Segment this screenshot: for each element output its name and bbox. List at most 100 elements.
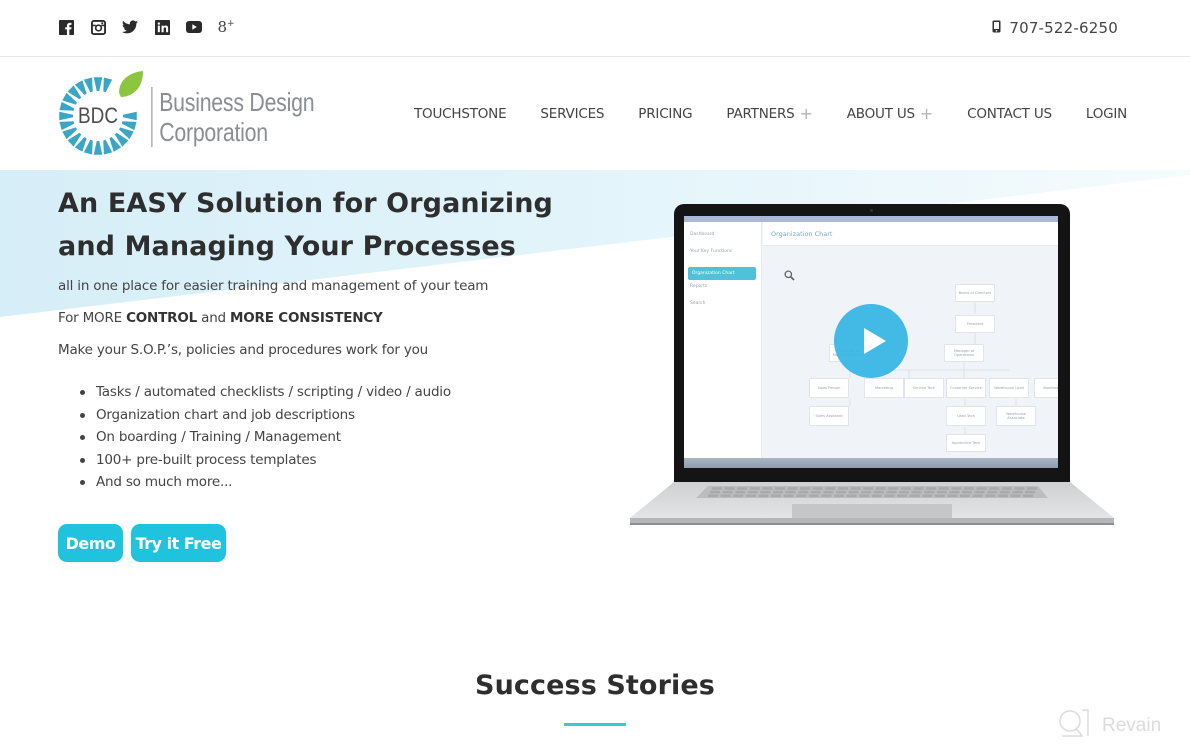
org-chart-node: Board of Directors (955, 284, 995, 302)
keyboard-key (936, 490, 947, 494)
org-chart-node: Sales Person (809, 378, 849, 398)
keyboard-key (1025, 490, 1035, 494)
plus-icon[interactable]: + (920, 106, 933, 122)
youtube-icon[interactable] (186, 19, 202, 35)
org-chart-node: Warehouse Lead (989, 378, 1029, 398)
feature-list-item: On boarding / Training / Management (78, 426, 451, 449)
hero-title-line2: and Managing Your Processes (58, 231, 516, 262)
keyboard-key (1001, 487, 1012, 490)
keyboard-key (962, 490, 972, 494)
keyboard-key (997, 494, 1008, 497)
keyboard-key (972, 494, 983, 497)
facebook-icon[interactable] (58, 19, 74, 35)
feature-list-item: 100+ pre-built process templates (78, 449, 451, 472)
hero-subtitle: all in one place for easier training and… (58, 278, 489, 294)
hero-control-line: For MORE CONTROL and MORE CONSISTENCY (58, 310, 383, 326)
keyboard-key (964, 487, 974, 490)
linkedin-icon[interactable] (154, 19, 170, 35)
keyboard-key (821, 494, 832, 497)
control-prefix: For MORE (58, 310, 127, 326)
company-name: Business Design Corporation (151, 86, 315, 147)
hero-title-line1: An EASY Solution for Organizing (58, 188, 553, 219)
feature-list-item: Organization chart and job descriptions (78, 404, 451, 427)
keyboard-key (863, 487, 874, 490)
feature-list-item: And so much more... (78, 471, 451, 494)
keyboard-key (1012, 490, 1023, 494)
mobile-phone-icon (992, 19, 1001, 37)
keyboard-key (808, 494, 819, 497)
phone-contact[interactable]: 707-522-6250 (992, 19, 1118, 37)
org-chart-node: Marketing (864, 378, 904, 398)
nav-label: ABOUT US (846, 106, 915, 122)
org-chart-node: Service Tech (904, 378, 944, 398)
twitter-icon[interactable] (122, 19, 138, 35)
nav-item-login[interactable]: LOGIN (1086, 106, 1127, 122)
keyboard-key (838, 487, 848, 490)
keyboard-key (922, 494, 933, 497)
keyboard-key (722, 490, 733, 494)
keyboard-key (848, 490, 859, 494)
play-icon[interactable] (834, 304, 908, 378)
logo-ray (103, 77, 113, 93)
keyboard-key (859, 494, 870, 497)
logo-ray (122, 111, 137, 121)
logo-ray (59, 111, 74, 121)
keyboard-key (800, 487, 811, 490)
plus-icon[interactable]: + (800, 106, 813, 122)
feature-list-item: Tasks / automated checklists / scripting… (78, 381, 451, 404)
keyboard-key (825, 487, 836, 490)
keyboard-key (899, 490, 909, 494)
nav-item-touchstone[interactable]: TOUCHSTONE (414, 106, 507, 122)
org-chart-node: Sales Assistant (809, 406, 849, 426)
nav-item-services[interactable]: SERVICES (540, 106, 604, 122)
keyboard-key (913, 487, 924, 490)
keyboard-key (747, 490, 758, 494)
social-links: 8+ (58, 19, 235, 35)
keyboard-key (1014, 487, 1025, 490)
phone-number[interactable]: 707-522-6250 (1009, 19, 1118, 37)
revain-text: Revain (1102, 715, 1162, 736)
demo-button[interactable]: Demo (58, 524, 123, 562)
nav-item-partners[interactable]: PARTNERS + (726, 106, 813, 123)
nav-item-contact-us[interactable]: CONTACT US (967, 106, 1052, 122)
heading-underline (564, 723, 626, 726)
keyboard-key (897, 494, 907, 497)
nav-item-pricing[interactable]: PRICING (638, 106, 692, 122)
keyboard-key (987, 490, 998, 494)
feature-list: Tasks / automated checklists / scripting… (78, 381, 451, 494)
keyboard-key (812, 487, 823, 490)
keyboard-key (846, 494, 857, 497)
org-chart-node: Customer Service (946, 378, 986, 398)
nav-item-about-us[interactable]: ABOUT US + (846, 106, 934, 123)
main-nav: TOUCHSTONE SERVICES PRICING PARTNERS + ABOUT … (414, 106, 1161, 123)
keyboard-key (951, 487, 962, 490)
keyboard-key (985, 494, 996, 497)
company-logo[interactable]: BDC Business Design Corporation (57, 70, 350, 163)
nav-label: PRICING (638, 106, 693, 122)
keyboard-key (758, 494, 769, 497)
top-bar: 8+ 707-522-6250 (0, 0, 1190, 57)
keyboard-key (749, 487, 760, 490)
keyboard-key (834, 494, 844, 497)
keyboard-key (783, 494, 794, 497)
keyboard-key (823, 490, 834, 494)
keyboard-key (850, 487, 861, 490)
bdc-logo-mark-icon: BDC (57, 70, 145, 163)
keyboard-key (810, 490, 821, 494)
instagram-icon[interactable] (90, 19, 106, 35)
org-chart-node: Bookkeeper (1034, 378, 1058, 398)
google-plus-icon[interactable]: 8+ (217, 19, 234, 35)
keyboard-key (762, 487, 773, 490)
keyboard-key (960, 494, 970, 497)
product-video[interactable]: Dashboard Your Key Functions Organizatio… (628, 204, 1116, 528)
app-taskbar (684, 458, 1058, 468)
keyboard-key (1010, 494, 1021, 497)
keyboard-key (861, 490, 872, 494)
keyboard-key (712, 487, 722, 490)
keyboard-key (773, 490, 783, 494)
try-free-button[interactable]: Try it Free (131, 524, 226, 562)
keyboard-key (911, 490, 922, 494)
keyboard-key (1023, 494, 1033, 497)
svg-text:BDC: BDC (78, 103, 118, 128)
nav-label: TOUCHSTONE (414, 106, 507, 122)
